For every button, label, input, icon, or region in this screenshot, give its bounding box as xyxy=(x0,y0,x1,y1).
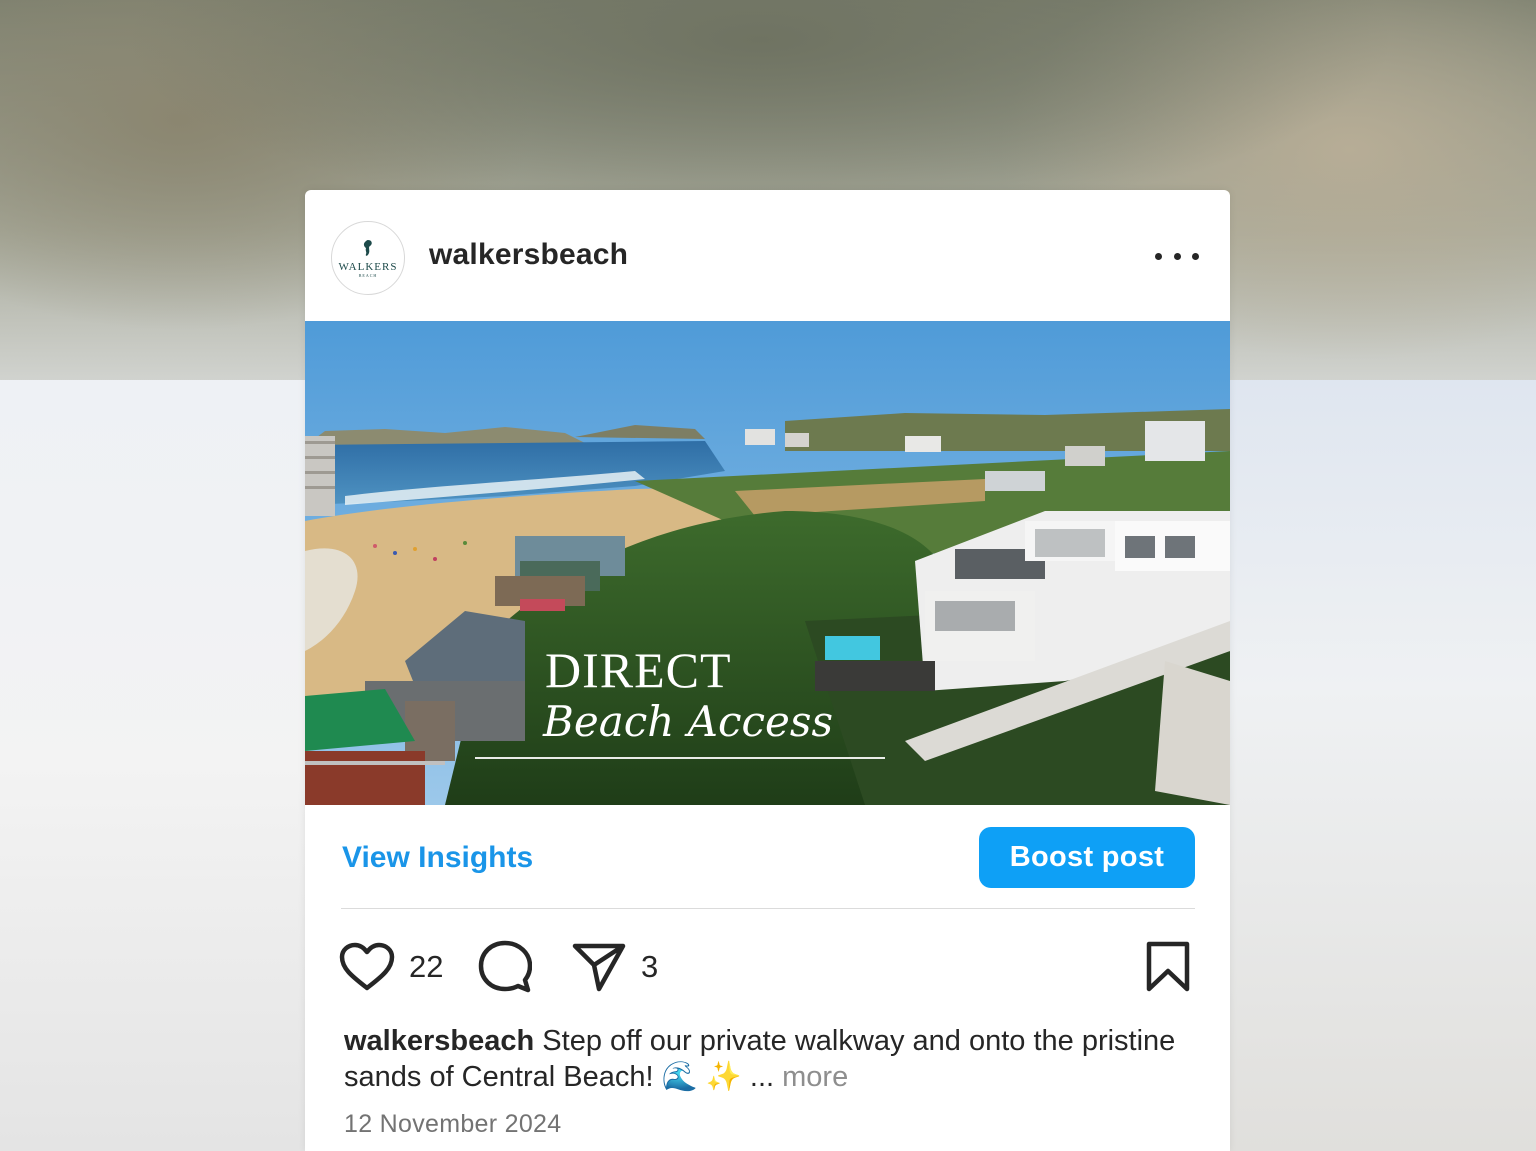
share-button[interactable]: 3 xyxy=(571,935,658,999)
instagram-post-card: WALKERS BEACH walkersbeach DIRECT Beach … xyxy=(305,190,1230,1151)
background-blur-right xyxy=(1230,380,1536,1151)
avatar[interactable]: WALKERS BEACH xyxy=(331,221,405,295)
post-username[interactable]: walkersbeach xyxy=(429,238,628,272)
save-button[interactable] xyxy=(1145,935,1191,999)
send-icon xyxy=(572,943,626,992)
likes-count: 22 xyxy=(409,949,444,984)
post-actions-bar: 22 3 xyxy=(305,935,1230,999)
beach-aerial-photo: DIRECT Beach Access xyxy=(305,321,1230,805)
caption-username[interactable]: walkersbeach xyxy=(344,1025,534,1057)
overlay-title: DIRECT xyxy=(545,642,732,698)
avatar-brand-name: WALKERS xyxy=(338,260,398,273)
post-header: WALKERS BEACH walkersbeach xyxy=(305,190,1230,321)
background-blur-left xyxy=(0,380,305,1151)
view-insights-link[interactable]: View Insights xyxy=(342,841,533,875)
shares-count: 3 xyxy=(641,949,659,984)
post-date: 12 November 2024 xyxy=(344,1110,562,1138)
comment-button[interactable] xyxy=(478,935,532,999)
comment-icon xyxy=(478,940,532,993)
bookmark-icon xyxy=(1146,941,1190,992)
seahorse-logo-icon xyxy=(363,239,372,256)
post-image[interactable]: DIRECT Beach Access xyxy=(305,321,1230,805)
post-cta-row: View Insights Boost post xyxy=(305,805,1230,910)
post-caption: walkersbeach Step off our private walkwa… xyxy=(344,1023,1194,1095)
more-horizontal-icon xyxy=(1155,252,1162,260)
boost-post-button[interactable]: Boost post xyxy=(979,827,1195,888)
more-options-button[interactable] xyxy=(1155,242,1199,270)
divider xyxy=(341,908,1195,909)
like-button[interactable]: 22 xyxy=(339,935,443,999)
caption-more-link[interactable]: more xyxy=(782,1061,848,1093)
avatar-brand-sub: BEACH xyxy=(358,272,378,278)
overlay-subtitle: Beach Access xyxy=(542,697,833,746)
heart-icon xyxy=(339,942,395,991)
